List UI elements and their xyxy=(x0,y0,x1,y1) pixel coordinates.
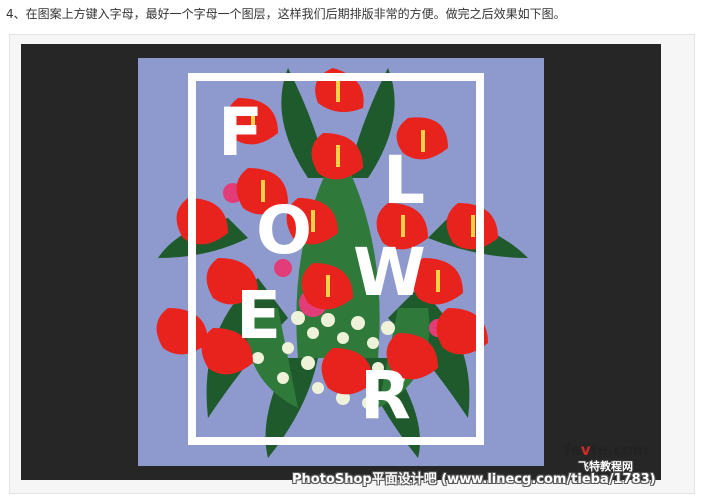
logo-main-text: fevte.com xyxy=(564,441,648,459)
flower-poster: F L O W E R xyxy=(138,58,544,466)
fevte-logo: fevte.com 飞特教程网 xyxy=(564,441,660,475)
letter-o: O xyxy=(256,192,313,269)
letter-e: E xyxy=(236,277,282,354)
logo-part-b: te.com xyxy=(590,441,649,459)
step-instruction-text: 4、在图案上方键入字母，最好一个字母一个图层，这样我们后期排版非常的方便。做完之… xyxy=(6,7,566,21)
letter-r: R xyxy=(360,357,411,434)
letter-l: L xyxy=(383,142,426,219)
letter-w: W xyxy=(353,234,426,311)
letter-f: F xyxy=(218,94,264,171)
logo-subtitle: 飞特教程网 xyxy=(578,460,633,473)
logo-part-a: fe xyxy=(564,441,581,459)
